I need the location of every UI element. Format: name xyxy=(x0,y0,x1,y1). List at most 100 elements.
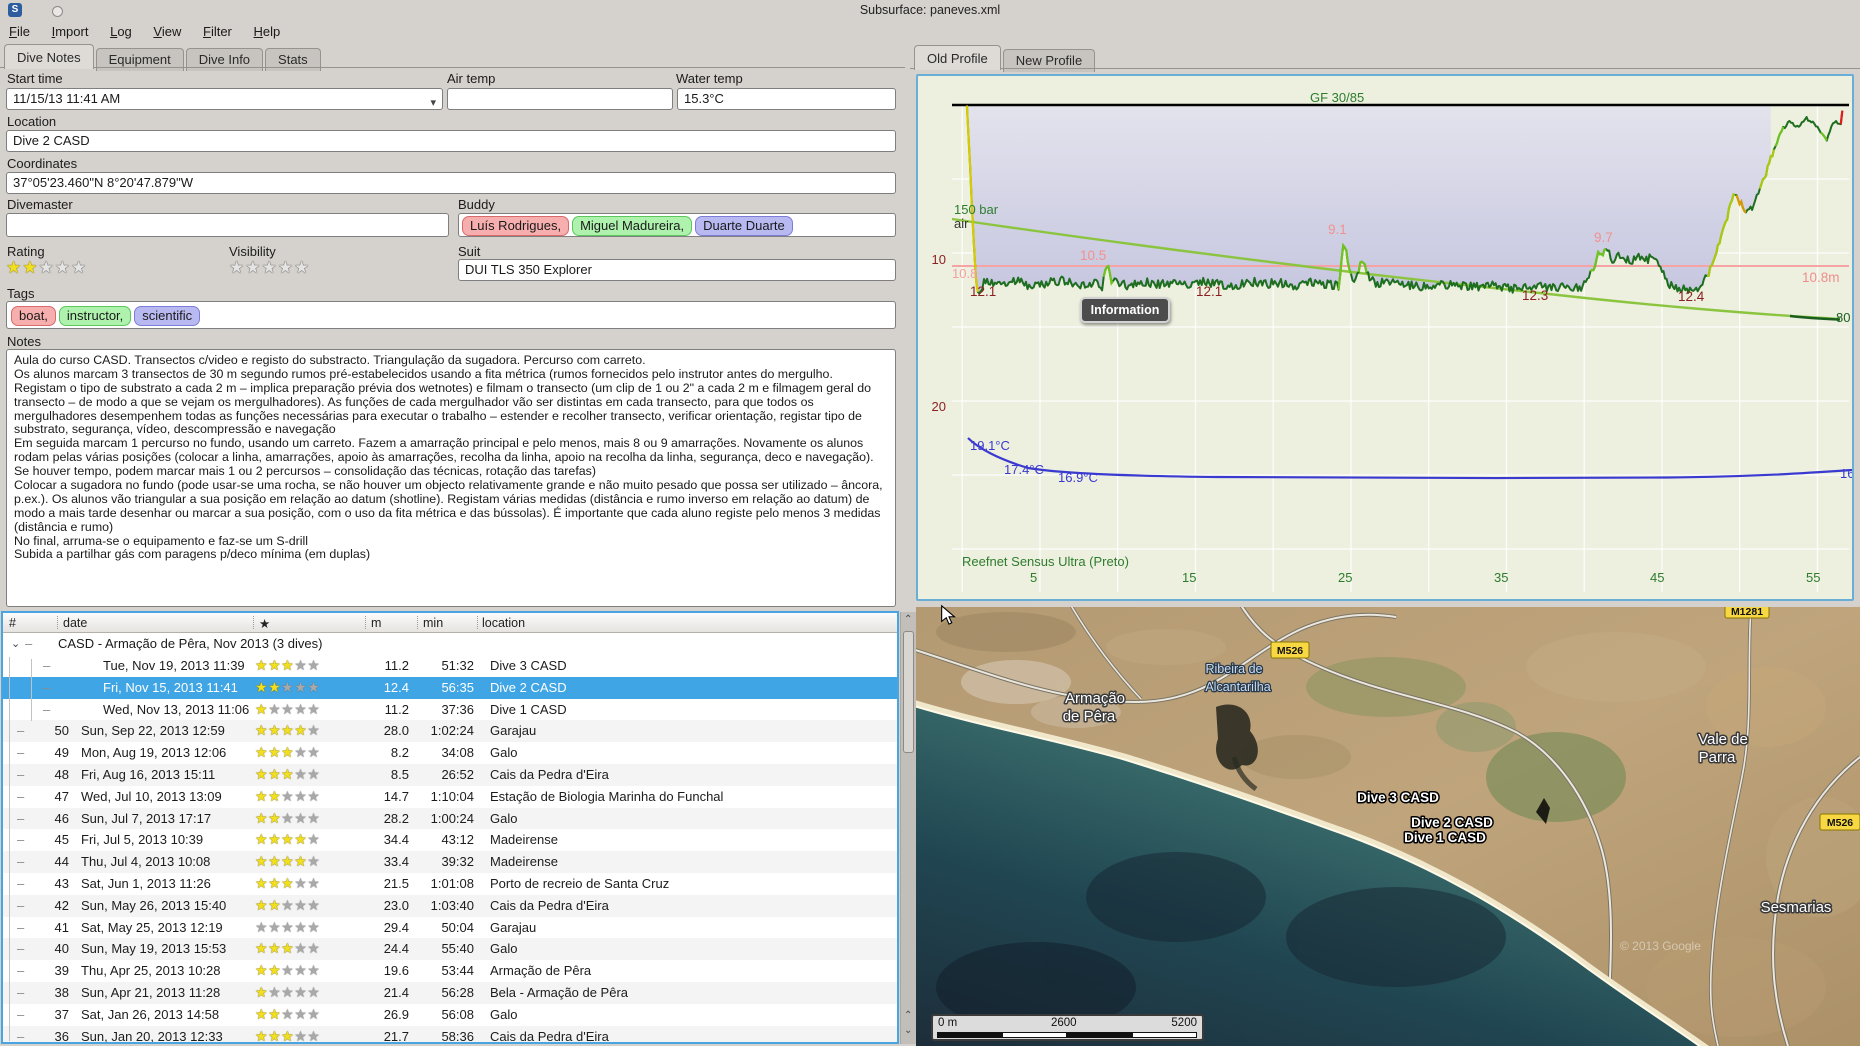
col-depth[interactable]: m xyxy=(371,616,381,630)
peak-label-3: 9.7 xyxy=(1594,230,1613,245)
dive-depth: 21.5 xyxy=(383,875,409,891)
dive-site-map[interactable]: Armação de Pêra Ribeira de Alcantarilha … xyxy=(916,607,1860,1046)
visibility-stars[interactable]: ★★★★★ xyxy=(229,258,310,278)
star-icon: ★ xyxy=(294,700,308,717)
menu-help[interactable]: Help xyxy=(245,21,290,42)
star-icon: ★ xyxy=(268,918,282,935)
dive-row[interactable]: 49– Mon, Aug 19, 2013 12:06 ★★★★★ 8.2 34:08 G… xyxy=(3,742,897,764)
suit-input[interactable]: DUI TLS 350 Explorer xyxy=(458,259,896,281)
dive-list[interactable]: # date ★ m min location ⌄ – CASD - Armaç… xyxy=(1,611,899,1044)
star-icon: ★ xyxy=(294,809,308,826)
dive-duration: 26:52 xyxy=(441,766,474,782)
star-icon: ★ xyxy=(294,765,308,782)
tag-chip[interactable]: boat, xyxy=(11,306,56,326)
tag-chip[interactable]: scientific xyxy=(134,306,201,326)
dive-rating: ★★★★★ xyxy=(255,982,320,1004)
trip-label: CASD - Armação de Pêra, Nov 2013 (3 dive… xyxy=(58,636,323,651)
start-time-combobox[interactable]: 11/15/13 11:41 AM ▾ xyxy=(6,88,443,110)
col-duration[interactable]: min xyxy=(423,616,443,630)
rating-stars[interactable]: ★★★★★ xyxy=(6,258,87,278)
dive-row[interactable]: 38– Sun, Apr 21, 2013 11:28 ★★★★★ 21.4 56:28… xyxy=(3,981,897,1004)
dive-row[interactable]: – Wed, Nov 13, 2013 11:06 ★★★★★ 11.2 37:36 Di… xyxy=(3,699,897,721)
information-button[interactable]: Information xyxy=(1080,297,1170,323)
tree-dash: – xyxy=(43,679,51,695)
chevron-down-icon[interactable]: ▾ xyxy=(430,93,436,109)
menu-view[interactable]: View xyxy=(144,21,190,42)
title-bar: S Subsurface: paneves.xml xyxy=(0,0,1860,20)
menu-file[interactable]: File xyxy=(0,21,39,42)
tree-dash: – xyxy=(17,941,25,957)
star-icon: ★ xyxy=(255,896,269,913)
menu-filter[interactable]: Filter xyxy=(194,21,241,42)
scale-seg2 xyxy=(1002,1032,1067,1038)
dive-row[interactable]: 41– Sat, May 25, 2013 12:19 ★★★★★ 29.4 50:04… xyxy=(3,917,897,939)
dive-list-scrollbar[interactable]: ⌃ ⌃ ⌄ xyxy=(900,612,916,1044)
tags-input[interactable]: boat, instructor, scientific xyxy=(6,301,896,329)
tag-chip[interactable]: Luís Rodrigues, xyxy=(462,216,570,236)
dive-table-body: – Tue, Nov 19, 2013 11:39 ★★★★★ 11.2 51:32 Di… xyxy=(3,655,897,1042)
star-icon: ★ xyxy=(281,874,295,891)
coordinates-input[interactable]: 37°05'23.460"N 8°20'47.879"W xyxy=(6,172,896,194)
scroll-up-icon[interactable]: ⌃ xyxy=(904,614,912,625)
col-number[interactable]: # xyxy=(9,616,16,630)
dive-duration: 1:01:08 xyxy=(430,875,474,891)
col-location[interactable]: location xyxy=(482,616,525,630)
tag-chip[interactable]: instructor, xyxy=(58,306,132,326)
dive-row[interactable]: 44– Thu, Jul 4, 2013 10:08 ★★★★★ 33.4 39:32 M… xyxy=(3,851,897,873)
dive-location: Armação de Pêra xyxy=(490,963,592,979)
dive-row[interactable]: 48– Fri, Aug 16, 2013 15:11 ★★★★★ 8.5 26:52 C… xyxy=(3,763,897,786)
star-icon: ★ xyxy=(255,918,269,935)
menu-log[interactable]: Log xyxy=(101,21,141,42)
buddy-input[interactable]: Luís Rodrigues, Miguel Madureira, Duarte D… xyxy=(458,213,896,237)
tab-dive-notes[interactable]: Dive Notes xyxy=(4,44,94,69)
location-input[interactable]: Dive 2 CASD xyxy=(6,130,896,152)
star-icon: ★ xyxy=(307,657,321,673)
dive-rating: ★★★★★ xyxy=(255,1026,320,1042)
star-icon: ★ xyxy=(255,983,269,1000)
divemaster-input[interactable] xyxy=(6,213,449,237)
dive-row[interactable]: 42– Sun, May 26, 2013 15:40 ★★★★★ 23.0 1:03:… xyxy=(3,894,897,917)
tag-chip[interactable]: Duarte Duarte xyxy=(695,216,793,236)
divemaster-label: Divemaster xyxy=(7,197,73,212)
dive-rating: ★★★★★ xyxy=(255,786,320,808)
star-icon: ★ xyxy=(268,853,282,870)
dive-row[interactable]: 50– Sun, Sep 22, 2013 12:59 ★★★★★ 28.0 1:02:… xyxy=(3,720,897,743)
dive-row[interactable]: 47– Wed, Jul 10, 2013 13:09 ★★★★★ 14.7 1:10:… xyxy=(3,786,897,808)
dive-duration: 37:36 xyxy=(441,701,474,717)
place-armacao-line2: de Pêra xyxy=(1063,708,1116,725)
water-temp-input[interactable]: 15.3°C xyxy=(677,88,896,110)
tree-dash: – xyxy=(17,963,25,979)
scroll-up2-icon[interactable]: ⌃ xyxy=(904,1010,912,1021)
menu-import[interactable]: Import xyxy=(43,21,98,42)
dive-row[interactable]: 39– Thu, Apr 25, 2013 10:28 ★★★★★ 19.6 53:44… xyxy=(3,960,897,982)
star-icon: ★ xyxy=(268,809,282,826)
depth-label-1: 12.1 xyxy=(970,284,997,299)
star-icon: ★ xyxy=(255,874,269,891)
dive-row[interactable]: 43– Sat, Jun 1, 2013 11:26 ★★★★★ 21.5 1:01:0… xyxy=(3,873,897,895)
dive-rating: ★★★★★ xyxy=(255,677,320,699)
air-temp-input[interactable] xyxy=(447,88,673,110)
col-date[interactable]: date xyxy=(63,616,87,630)
dive-list-header[interactable]: # date ★ m min location xyxy=(3,613,897,633)
dive-row[interactable]: 40– Sun, May 19, 2013 15:53 ★★★★★ 24.4 55:40… xyxy=(3,938,897,961)
trip-row[interactable]: ⌄ – CASD - Armação de Pêra, Nov 2013 (3 … xyxy=(3,633,897,655)
tag-chip[interactable]: Miguel Madureira, xyxy=(572,216,693,236)
notes-textarea[interactable]: Aula do curso CASD. Transectos c/video e… xyxy=(6,349,896,607)
collapse-arrow-icon[interactable]: ⌄ xyxy=(11,633,20,655)
dive-depth: 14.7 xyxy=(383,788,409,804)
dive-profile-chart[interactable]: GF 30/85 150 bar air 80 10.8 10.8m 10 20… xyxy=(916,74,1854,601)
dive-row[interactable]: – Tue, Nov 19, 2013 11:39 ★★★★★ 11.2 51:32 Di… xyxy=(3,655,897,677)
dive-row[interactable]: 36– Sun, Jan 20, 2013 12:33 ★★★★★ 21.7 58:36… xyxy=(3,1025,897,1042)
mean-depth-left-label: 10.8 xyxy=(952,266,978,281)
dive-row[interactable]: – Fri, Nov 15, 2013 11:41 ★★★★★ 12.4 56:35 Di… xyxy=(3,676,897,699)
dive-row[interactable]: 45– Fri, Jul 5, 2013 10:39 ★★★★★ 34.4 43:12 M… xyxy=(3,829,897,851)
star-icon: ★ xyxy=(54,258,71,277)
rating-label: Rating xyxy=(7,244,45,259)
dive-row[interactable]: 46– Sun, Jul 7, 2013 17:17 ★★★★★ 28.2 1:00:2… xyxy=(3,807,897,830)
col-rating[interactable]: ★ xyxy=(259,616,270,631)
scrollbar-thumb[interactable] xyxy=(903,631,914,753)
tab-old-profile[interactable]: Old Profile xyxy=(914,45,1001,70)
dive-row[interactable]: 37– Sat, Jan 26, 2013 14:58 ★★★★★ 26.9 56:08… xyxy=(3,1004,897,1026)
scroll-down-icon[interactable]: ⌄ xyxy=(904,1025,912,1036)
tree-line xyxy=(9,657,10,1041)
